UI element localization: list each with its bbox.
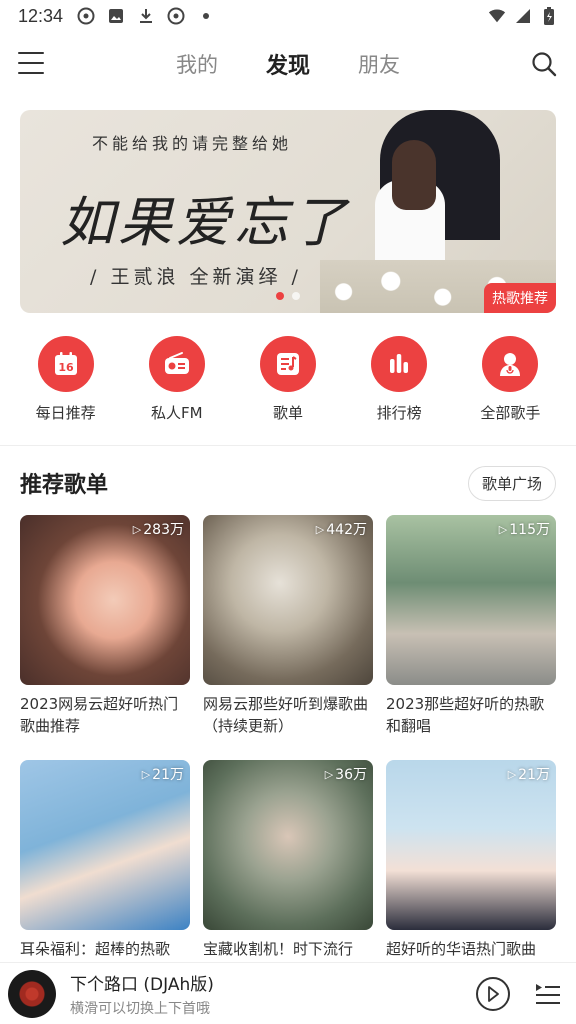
- tab-friends[interactable]: 朋友: [358, 49, 400, 79]
- divider: [0, 445, 576, 446]
- image-icon: [107, 7, 125, 25]
- dot-icon: [197, 7, 215, 25]
- play-count-value: 21万: [518, 767, 550, 783]
- play-count: ▷ 21万: [508, 764, 550, 784]
- banner-top-text: 不能给我的请完整给她: [92, 134, 293, 153]
- playlist-card[interactable]: ▷ 442万 网易云那些好听到爆歌曲（持续更新）: [203, 515, 373, 760]
- playlist-cover: ▷ 283万: [20, 515, 190, 685]
- play-count-value: 36万: [335, 767, 367, 783]
- section-title: 推荐歌单: [20, 473, 109, 498]
- playlist-queue-icon[interactable]: [534, 981, 562, 1007]
- playlist-cover: ▷ 21万: [386, 760, 556, 930]
- play-count-icon: ▷: [324, 767, 334, 781]
- quick-playlist[interactable]: 歌单: [238, 336, 338, 426]
- search-icon[interactable]: [530, 50, 558, 78]
- netease-icon: [167, 7, 185, 25]
- recommended-playlists-header: 推荐歌单 歌单广场: [20, 465, 556, 501]
- quick-entries: 16 每日推荐 私人FM 歌单 排行榜 全部歌手: [0, 336, 576, 426]
- banner-dot[interactable]: [276, 292, 284, 300]
- playlist-card[interactable]: ▷ 115万 2023那些超好听的热歌和翻唱: [386, 515, 556, 760]
- song-name: 下个路口 (DJAh版): [70, 974, 214, 995]
- playlist-grid: ▷ 283万 2023网易云超好听热门歌曲推荐 ▷ 442万 网易云那些好听到爆歌曲…: [20, 515, 556, 1005]
- banner-title: 如果爱忘了: [60, 191, 350, 254]
- quick-label: 每日推荐: [35, 404, 96, 422]
- quick-all-singers[interactable]: 全部歌手: [460, 336, 560, 426]
- calendar-day: 16: [58, 361, 74, 374]
- top-nav: 我的 发现 朋友: [0, 40, 576, 88]
- play-count: ▷ 36万: [325, 764, 367, 784]
- quick-label: 全部歌手: [480, 404, 541, 422]
- playlist-title: 2023那些超好听的热歌和翻唱: [386, 695, 545, 735]
- tab-mine[interactable]: 我的: [176, 49, 218, 79]
- playlist-cover: ▷ 442万: [203, 515, 373, 685]
- quick-label: 私人FM: [150, 404, 203, 422]
- radio-icon: [148, 336, 205, 392]
- playlist-cover: ▷ 21万: [20, 760, 190, 930]
- tab-discover[interactable]: 发现: [266, 48, 310, 80]
- nav-tabs: 我的 发现 朋友: [0, 40, 576, 88]
- play-button[interactable]: [476, 976, 510, 1011]
- play-count-icon: ▷: [141, 767, 151, 781]
- banner-tag: 热歌推荐: [484, 283, 556, 313]
- play-count: ▷ 21万: [142, 764, 184, 784]
- playlist-cover: ▷ 36万: [203, 760, 373, 930]
- banner-girl-hair-graphic: [392, 140, 436, 210]
- playlist-card[interactable]: ▷ 283万 2023网易云超好听热门歌曲推荐: [20, 515, 190, 760]
- banner-subtitle: / 王贰浪 全新演绎 /: [90, 266, 302, 288]
- play-count-value: 115万: [509, 522, 550, 538]
- singer-icon: [482, 336, 539, 392]
- banner-pagination: [20, 292, 556, 300]
- playlist-square-button[interactable]: 歌单广场: [467, 465, 556, 501]
- play-count-value: 283万: [143, 522, 184, 538]
- play-count-value: 21万: [152, 767, 184, 783]
- play-count-icon: ▷: [498, 522, 508, 536]
- playlist-title: 2023网易云超好听热门歌曲推荐: [20, 695, 179, 735]
- status-bar: 12:34: [0, 0, 576, 32]
- song-hint: 横滑可以切换上下首哦: [70, 1000, 210, 1017]
- mini-player[interactable]: 下个路口 (DJAh版) 横滑可以切换上下首哦: [0, 962, 576, 1024]
- banner[interactable]: 不能给我的请完整给她 如果爱忘了 / 王贰浪 全新演绎 / 热歌推荐: [20, 110, 556, 313]
- playlist-icon: [259, 336, 316, 392]
- playlist-cover: ▷ 115万: [386, 515, 556, 685]
- play-count-icon: ▷: [507, 767, 517, 781]
- status-icons-left: [77, 7, 215, 25]
- netease-icon: [77, 7, 95, 25]
- play-icon: [488, 985, 499, 1002]
- play-count: ▷ 115万: [499, 519, 550, 539]
- signal-icon: [514, 7, 532, 25]
- play-count: ▷ 283万: [133, 519, 184, 539]
- album-disc[interactable]: [8, 969, 56, 1018]
- banner-dot[interactable]: [292, 292, 300, 300]
- play-count: ▷ 442万: [316, 519, 367, 539]
- player-text: 下个路口 (DJAh版) 横滑可以切换上下首哦: [70, 970, 214, 1018]
- quick-charts[interactable]: 排行榜: [349, 336, 449, 426]
- quick-label: 歌单: [272, 404, 303, 422]
- status-icons-right: [488, 7, 558, 25]
- play-count-icon: ▷: [315, 522, 325, 536]
- play-count-icon: ▷: [132, 522, 142, 536]
- download-icon: [137, 7, 155, 25]
- quick-daily-recommend[interactable]: 16 每日推荐: [16, 336, 116, 426]
- battery-icon: [540, 7, 558, 25]
- status-time: 12:34: [18, 5, 64, 26]
- playlist-title: 网易云那些好听到爆歌曲（持续更新）: [203, 695, 369, 735]
- chart-icon: [371, 336, 428, 392]
- calendar-icon: 16: [37, 336, 94, 392]
- wifi-icon: [488, 7, 506, 25]
- quick-label: 排行榜: [376, 404, 422, 422]
- play-count-value: 442万: [326, 522, 367, 538]
- quick-private-fm[interactable]: 私人FM: [127, 336, 227, 426]
